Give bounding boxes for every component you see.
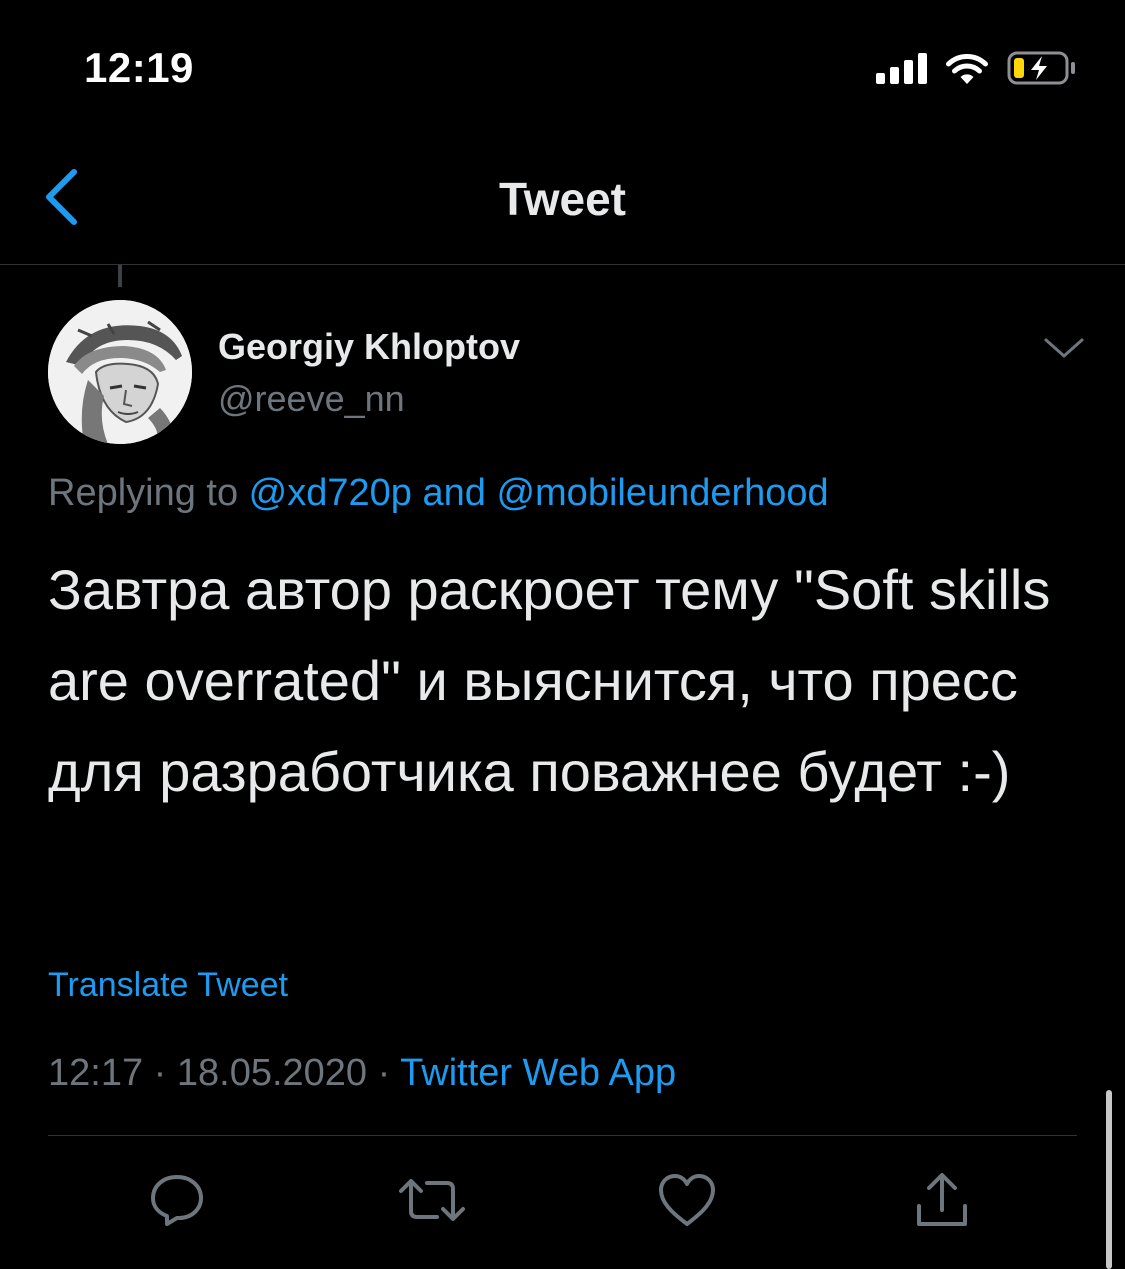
scrollbar[interactable] xyxy=(1106,1090,1112,1269)
action-bar xyxy=(0,1165,1125,1235)
tweet-meta: 12:17 · 18.05.2020 · Twitter Web App xyxy=(48,1052,676,1095)
reply-button[interactable] xyxy=(142,1165,212,1235)
replying-prefix: Replying to xyxy=(48,472,249,514)
like-button[interactable] xyxy=(652,1165,722,1235)
translate-tweet-link[interactable]: Translate Tweet xyxy=(48,966,288,1005)
status-time: 12:19 xyxy=(84,44,194,91)
page-title: Tweet xyxy=(499,173,626,225)
tweet-text: Завтра автор раскроет тему "Soft skills … xyxy=(48,558,1066,803)
replying-to-line: Replying to @xd720p and @mobileunderhood xyxy=(48,472,829,515)
tweet-source-link[interactable]: Twitter Web App xyxy=(400,1052,676,1094)
chevron-down-icon xyxy=(1044,338,1084,358)
comment-icon xyxy=(151,1175,203,1226)
thread-connector-line xyxy=(118,265,122,287)
retweet-icon xyxy=(399,1179,465,1221)
tweet-time: 12:17 xyxy=(48,1052,144,1094)
share-button[interactable] xyxy=(907,1165,977,1235)
mention-link-mobileunderhood[interactable]: @mobileunderhood xyxy=(496,472,828,514)
battery-charging-icon xyxy=(1007,51,1075,85)
wifi-icon xyxy=(946,53,988,84)
replying-and: and xyxy=(411,472,497,514)
meta-separator: · xyxy=(143,1052,177,1094)
nav-bar: Tweet xyxy=(0,130,1125,265)
mention-link-xd720p[interactable]: @xd720p xyxy=(249,472,412,514)
author-name[interactable]: Georgiy Khloptov xyxy=(218,326,520,368)
author-handle[interactable]: @reeve_nn xyxy=(218,378,405,420)
avatar[interactable] xyxy=(48,300,192,444)
tweet-date: 18.05.2020 xyxy=(176,1052,368,1094)
more-options-button[interactable] xyxy=(1040,330,1088,366)
meta-separator: · xyxy=(367,1052,401,1094)
divider xyxy=(48,1135,1077,1136)
heart-icon xyxy=(659,1174,715,1226)
share-icon xyxy=(917,1173,967,1226)
cellular-signal-icon xyxy=(876,52,927,84)
avatar-sketch-image xyxy=(48,300,192,444)
status-icons xyxy=(876,48,1077,88)
status-bar: 12:19 xyxy=(0,0,1125,130)
retweet-button[interactable] xyxy=(397,1165,467,1235)
